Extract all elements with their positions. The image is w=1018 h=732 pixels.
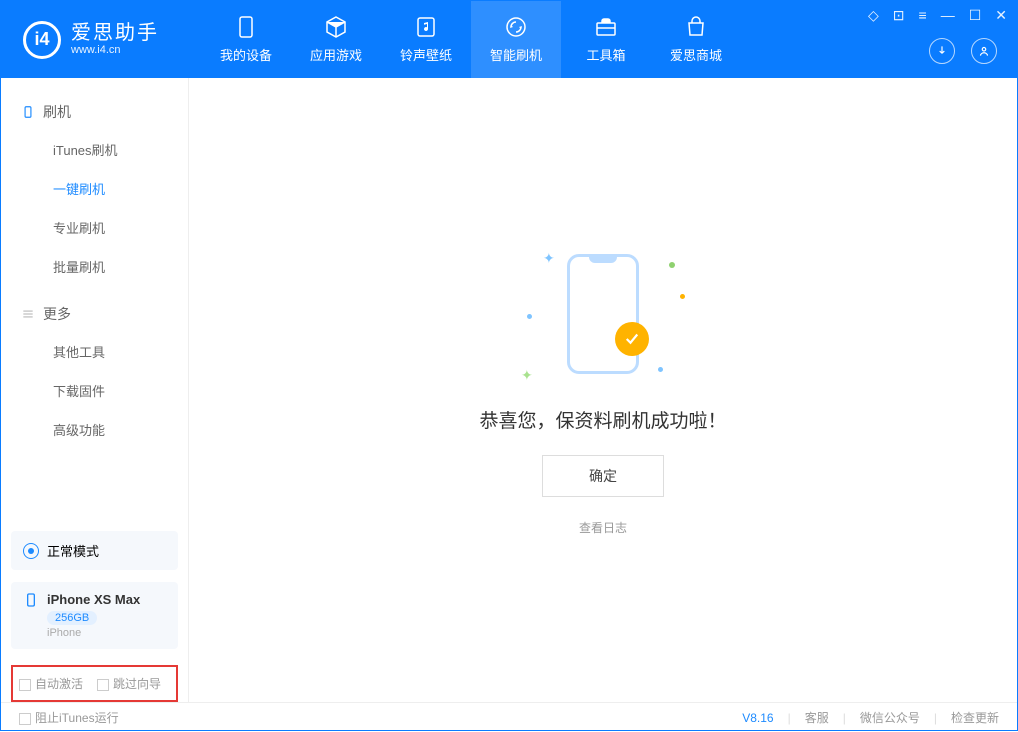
statusbar: 阻止iTunes运行 V8.16 | 客服 | 微信公众号 | 检查更新 [1, 702, 1017, 732]
main-content: ✦ ✦ 恭喜您，保资料刷机成功啦！ 确定 查看日志 [189, 78, 1017, 702]
phone-icon [23, 592, 39, 608]
feedback-icon[interactable]: ⊡ [893, 7, 905, 24]
ok-button[interactable]: 确定 [542, 455, 664, 497]
flash-options-highlight: 自动激活 跳过向导 [11, 665, 178, 702]
sidebar-item-itunes-flash[interactable]: iTunes刷机 [1, 130, 188, 169]
skip-guide-checkbox[interactable]: 跳过向导 [97, 675, 161, 692]
mode-icon [23, 543, 39, 559]
tab-toolbox[interactable]: 工具箱 [561, 1, 651, 78]
cube-icon [324, 15, 348, 39]
tab-my-device[interactable]: 我的设备 [201, 1, 291, 78]
tab-label: 工具箱 [586, 45, 625, 64]
user-button[interactable] [971, 38, 997, 64]
window-controls: ◇ ⊡ ≡ — ☐ ✕ [868, 7, 1007, 24]
check-update-link[interactable]: 检查更新 [951, 709, 999, 726]
sidebar-item-pro-flash[interactable]: 专业刷机 [1, 208, 188, 247]
success-message: 恭喜您，保资料刷机成功啦！ [479, 406, 726, 433]
customer-service-link[interactable]: 客服 [805, 709, 829, 726]
auto-activate-checkbox[interactable]: 自动激活 [19, 675, 83, 692]
sidebar-item-other-tools[interactable]: 其他工具 [1, 332, 188, 371]
header-actions [929, 38, 997, 64]
view-log-link[interactable]: 查看日志 [579, 519, 627, 536]
titlebar: i4 爱思助手 www.i4.cn 我的设备 应用游戏 铃声壁纸 智能刷机 工具… [1, 1, 1017, 78]
tab-label: 爱思商城 [670, 45, 722, 64]
toolbox-icon [594, 15, 618, 39]
tab-ringtone[interactable]: 铃声壁纸 [381, 1, 471, 78]
sidebar-group-more: 更多 [1, 296, 188, 332]
tab-label: 应用游戏 [310, 45, 362, 64]
refresh-icon [504, 15, 528, 39]
tab-label: 铃声壁纸 [400, 45, 452, 64]
download-button[interactable] [929, 38, 955, 64]
success-illustration: ✦ ✦ [513, 244, 693, 384]
device-storage: 256GB [47, 611, 97, 625]
mode-label: 正常模式 [47, 541, 99, 560]
menu-icon[interactable]: ≡ [919, 7, 927, 24]
list-icon [21, 307, 35, 321]
logo-icon: i4 [23, 21, 61, 59]
wechat-link[interactable]: 微信公众号 [860, 709, 920, 726]
tab-flash[interactable]: 智能刷机 [471, 1, 561, 78]
music-icon [414, 15, 438, 39]
minimize-button[interactable]: — [941, 7, 955, 24]
skin-icon[interactable]: ◇ [868, 7, 879, 24]
maximize-button[interactable]: ☐ [969, 7, 982, 24]
phone-icon [234, 15, 258, 39]
sidebar-item-download-firmware[interactable]: 下载固件 [1, 371, 188, 410]
group-label: 更多 [43, 304, 71, 324]
app-title: 爱思助手 [71, 22, 159, 44]
device-card[interactable]: iPhone XS Max 256GB iPhone [11, 582, 178, 649]
sidebar-item-advanced[interactable]: 高级功能 [1, 410, 188, 449]
sidebar-group-flash: 刷机 [1, 94, 188, 130]
sidebar-item-batch-flash[interactable]: 批量刷机 [1, 247, 188, 286]
phone-icon [21, 105, 35, 119]
version-label: V8.16 [742, 711, 773, 725]
bag-icon [684, 15, 708, 39]
sidebar-item-onekey-flash[interactable]: 一键刷机 [1, 169, 188, 208]
tab-label: 我的设备 [220, 45, 272, 64]
mode-card[interactable]: 正常模式 [11, 531, 178, 570]
close-button[interactable]: ✕ [995, 7, 1007, 24]
group-label: 刷机 [43, 102, 71, 122]
device-type: iPhone [47, 627, 140, 639]
app-site: www.i4.cn [71, 44, 159, 56]
sidebar: 刷机 iTunes刷机 一键刷机 专业刷机 批量刷机 更多 其他工具 下载固件 … [1, 78, 189, 702]
nav-tabs: 我的设备 应用游戏 铃声壁纸 智能刷机 工具箱 爱思商城 [201, 1, 741, 78]
tab-apps[interactable]: 应用游戏 [291, 1, 381, 78]
app-logo: i4 爱思助手 www.i4.cn [1, 1, 201, 78]
device-name: iPhone XS Max [47, 592, 140, 607]
block-itunes-checkbox[interactable]: 阻止iTunes运行 [19, 709, 119, 726]
check-icon [615, 322, 649, 356]
tab-store[interactable]: 爱思商城 [651, 1, 741, 78]
tab-label: 智能刷机 [490, 45, 542, 64]
